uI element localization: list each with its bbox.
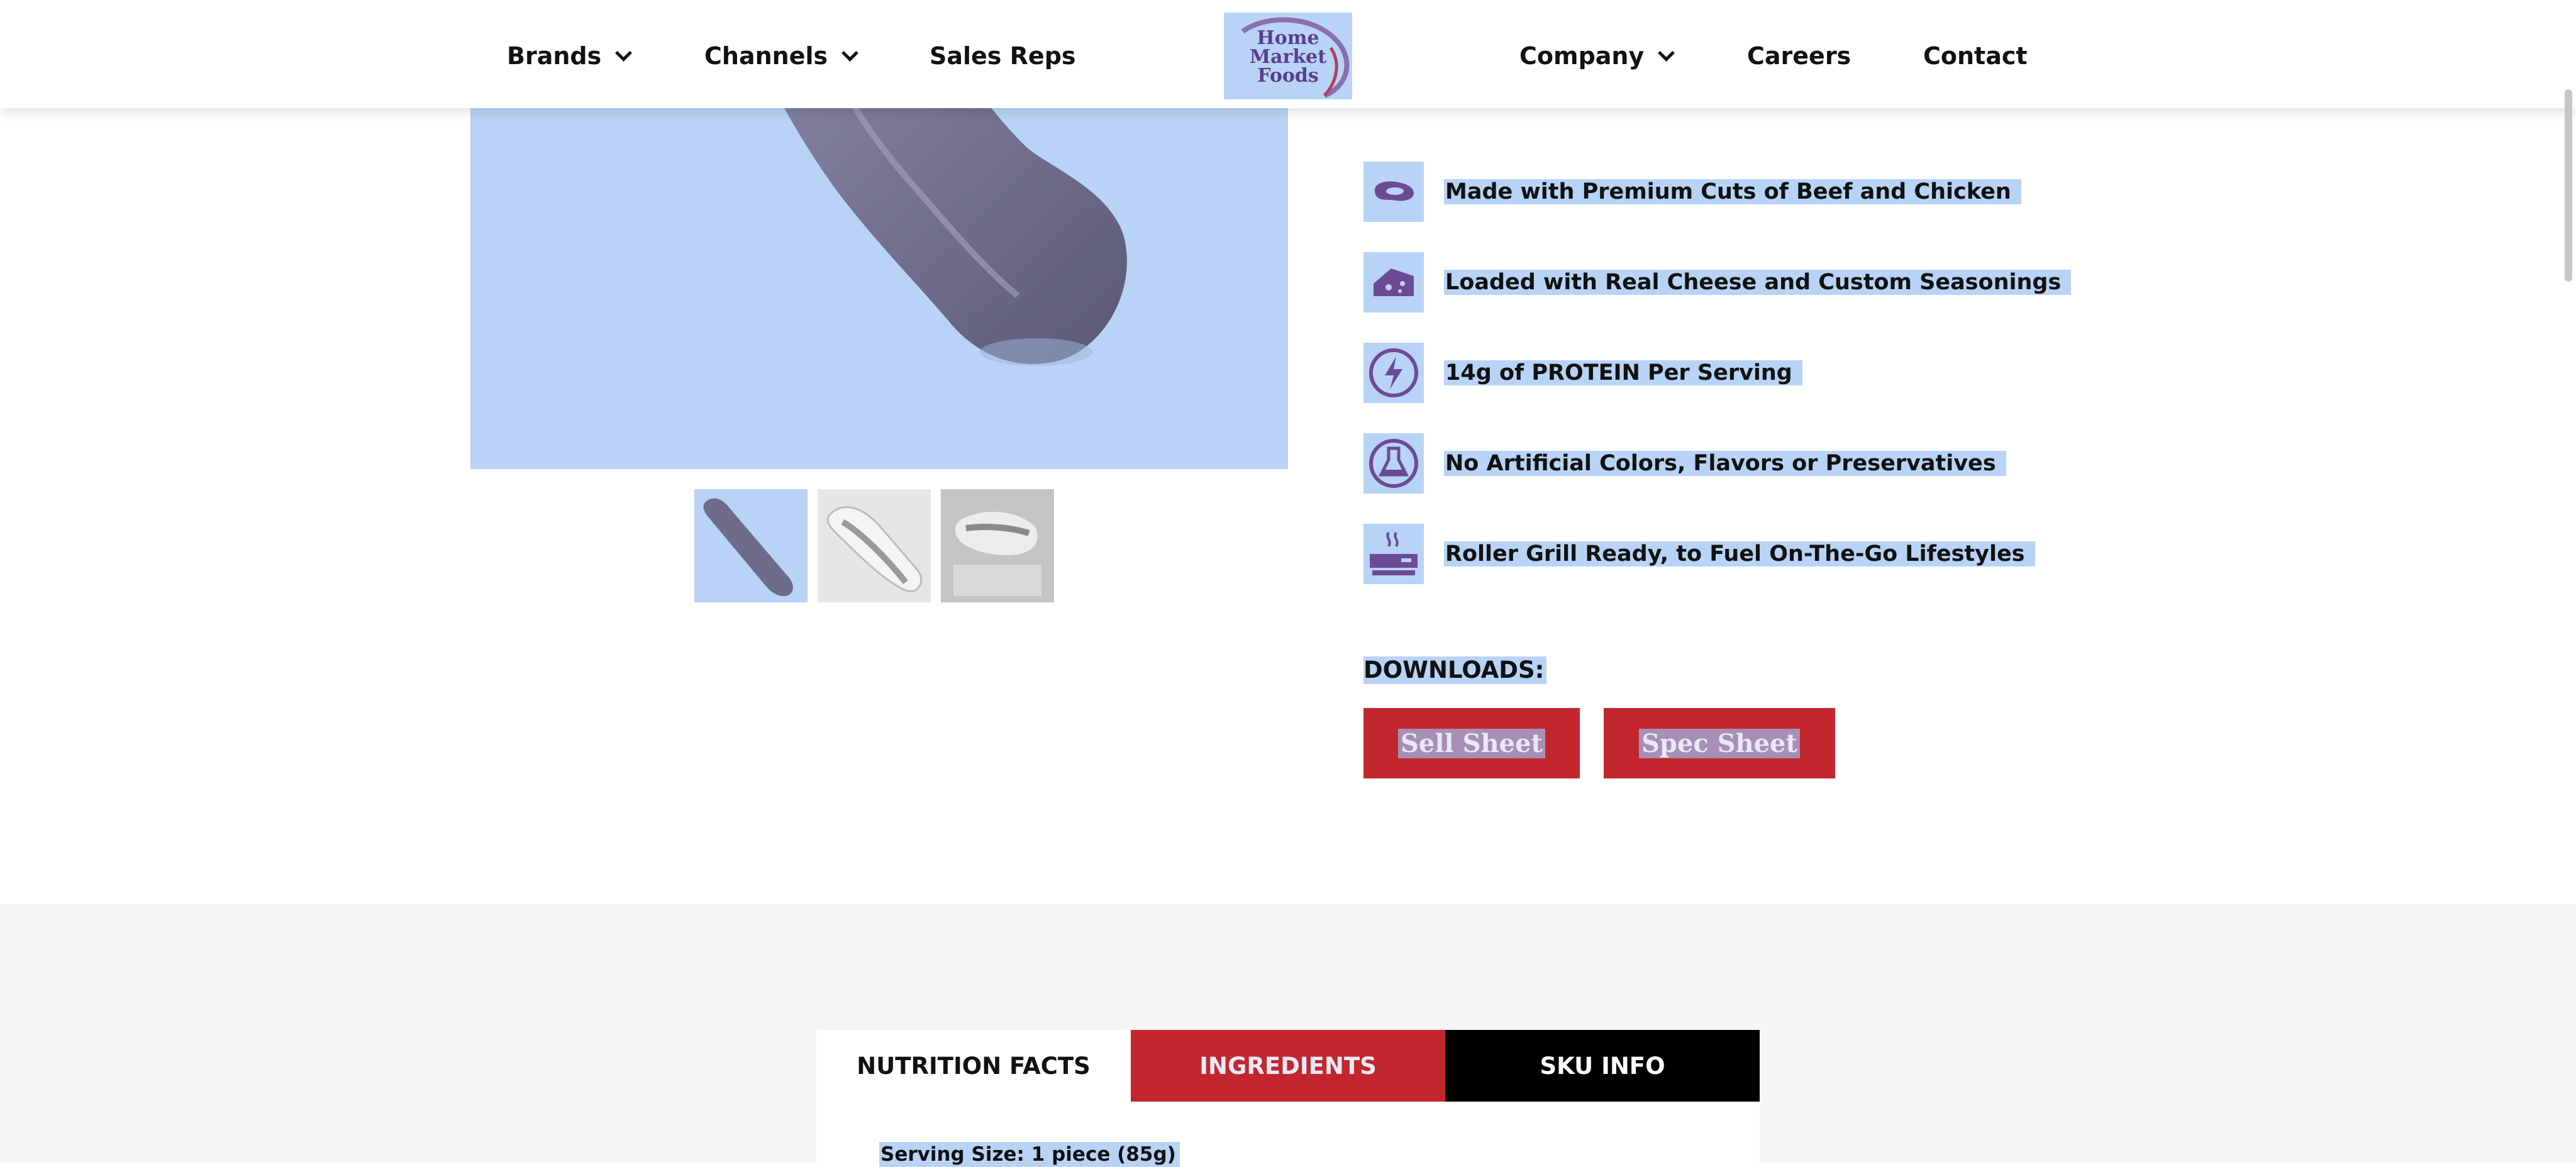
nav-sales-reps-label: Sales Reps [930,42,1076,70]
logo-text: Home Market Foods [1224,29,1352,86]
feature-text: No Artificial Colors, Flavors or Preserv… [1444,451,2006,476]
tab-sku-info[interactable]: SKU INFO [1445,1030,1760,1102]
sausage-thumbnail-icon [703,498,793,596]
feature-text: Made with Premium Cuts of Beef and Chick… [1444,179,2021,204]
nav-channels[interactable]: Channels [704,0,859,112]
logo-line-3: Foods [1257,65,1319,87]
page-scrollbar[interactable] [2565,89,2572,282]
home-market-foods-logo[interactable]: Home Market Foods [1224,13,1352,99]
thumbnail-2[interactable] [818,489,931,602]
tab-ingredients[interactable]: INGREDIENTS [1131,1030,1445,1102]
tab-nutrition-facts[interactable]: NUTRITION FACTS [816,1030,1131,1102]
nav-careers[interactable]: Careers [1747,0,1851,112]
nav-brands-label: Brands [507,42,602,70]
feature-text: 14g of PROTEIN Per Serving [1444,360,1802,385]
steak-icon [1363,162,1424,222]
nav-company[interactable]: Company [1519,0,1675,112]
nav-contact[interactable]: Contact [1923,0,2028,112]
nav-channels-label: Channels [704,42,828,70]
spec-sheet-button[interactable]: Spec Sheet [1604,708,1835,778]
chevron-down-icon [1658,44,1675,62]
logo-line-2: Market [1249,46,1327,68]
thumbnail-3[interactable] [941,489,1054,602]
sell-sheet-button[interactable]: Sell Sheet [1363,708,1580,778]
thumbnail-1[interactable] [694,489,808,602]
chevron-down-icon [615,44,633,62]
roller-grill-icon [1363,524,1424,584]
nav-brands[interactable]: Brands [507,0,633,112]
cheese-icon [1363,252,1424,312]
nav-sales-reps[interactable]: Sales Reps [930,0,1076,112]
spec-sheet-label: Spec Sheet [1639,728,1800,758]
feature-text: Roller Grill Ready, to Fuel On-The-Go Li… [1444,541,2035,567]
lightning-icon [1363,343,1424,403]
feature-text: Loaded with Real Cheese and Custom Seaso… [1444,270,2072,295]
sell-sheet-label: Sell Sheet [1398,728,1545,758]
flask-icon [1363,433,1424,494]
logo-line-1: Home [1257,27,1319,49]
serving-size: Serving Size: 1 piece (85g) [879,1142,1180,1167]
nav-company-label: Company [1519,42,1645,70]
hot-dog-bun-icon [826,506,923,592]
hot-dog-serving-icon [941,489,1054,602]
site-header: Brands Channels Sales Reps Home Market F… [0,0,2576,108]
chevron-down-icon [841,44,859,62]
nav-contact-label: Contact [1923,42,2028,70]
nav-careers-label: Careers [1747,42,1852,70]
downloads-heading: DOWNLOADS: [1363,656,1547,684]
